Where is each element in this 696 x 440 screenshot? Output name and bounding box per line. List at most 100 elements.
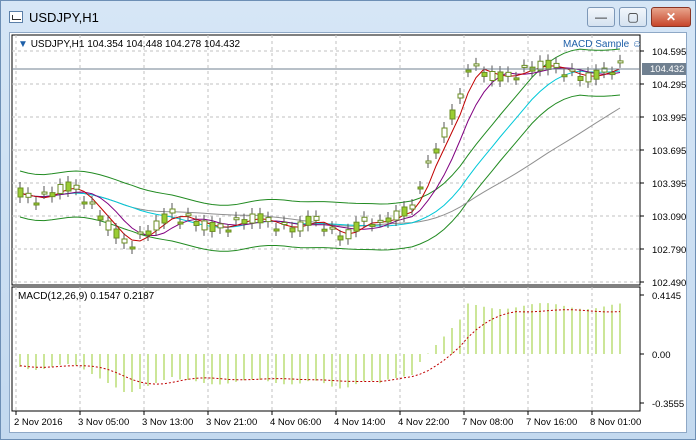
candle-body [345, 229, 352, 240]
candle-body [97, 215, 104, 221]
chart-info-label: ▼ USDJPY,H1 104.354 104.448 104.278 104.… [18, 39, 241, 50]
candle-body [561, 74, 568, 78]
candle-body [545, 59, 552, 70]
candle-body [233, 217, 240, 221]
candle-body [105, 220, 112, 231]
price-tick-label: 103.995 [652, 113, 686, 124]
candle-body [481, 71, 488, 77]
candle-body [361, 216, 368, 222]
price-tick-label: 103.395 [652, 179, 686, 190]
candle-body [161, 213, 168, 224]
candle-body [337, 235, 344, 241]
candle-body [257, 213, 264, 224]
candle-body [121, 238, 128, 244]
candle-body [385, 217, 392, 223]
chart-window: USDJPY,H1 — ▢ ✕ ▼ USDJPY,H1 104.354 104.… [0, 0, 696, 440]
chart-area[interactable]: ▼ USDJPY,H1 104.354 104.448 104.278 104.… [9, 32, 687, 433]
candle-body [433, 148, 440, 154]
maximize-button[interactable]: ▢ [619, 7, 647, 27]
candle-body [193, 220, 200, 226]
candle-body [377, 219, 384, 223]
candle-body [497, 71, 504, 82]
macd-tick-label: 0.00 [652, 350, 671, 361]
chart-window-icon [9, 11, 23, 23]
candle-body [41, 191, 48, 195]
candle-body [409, 204, 416, 210]
time-tick-label: 7 Nov 16:00 [526, 417, 577, 428]
chart-canvas[interactable]: ▼ USDJPY,H1 104.354 104.448 104.278 104.… [10, 33, 688, 434]
candle-body [457, 93, 464, 99]
candle-body [177, 221, 184, 225]
macd-panel-frame [11, 286, 641, 412]
candle-body [169, 208, 176, 214]
price-tick-label: 104.295 [652, 80, 686, 91]
title-bar[interactable]: USDJPY,H1 — ▢ ✕ [1, 1, 695, 33]
candle-body [505, 71, 512, 77]
candle-body [441, 127, 448, 138]
dropdown-arrow-icon: ▼ [18, 39, 28, 50]
candle-body [513, 77, 520, 81]
expert-advisor-label[interactable]: MACD Sample ☺ [563, 39, 642, 50]
candle-body [225, 229, 232, 233]
candle-body [209, 221, 216, 232]
candle-body [49, 192, 56, 198]
time-tick-label: 7 Nov 08:00 [462, 417, 513, 428]
candle-body [321, 228, 328, 232]
candle-body [17, 187, 24, 198]
candle-body [465, 69, 472, 73]
candle-body [25, 192, 32, 198]
slow-moving-average [19, 70, 621, 228]
candle-body [313, 215, 320, 221]
price-axis: 104.595 104.295 103.995 103.695 103.395 103.0… [640, 47, 686, 289]
price-tick-label: 102.490 [652, 278, 686, 289]
candle-body [553, 62, 560, 68]
time-tick-label: 4 Nov 14:00 [334, 417, 385, 428]
candle-body [185, 213, 192, 217]
close-button[interactable]: ✕ [651, 7, 691, 27]
price-tick-label: 104.595 [652, 47, 686, 58]
candle-body [145, 230, 152, 236]
macd-axis: 0.4145 0.00 -0.3555 [640, 291, 684, 410]
candle-body [249, 213, 256, 224]
bollinger-upper-band [19, 48, 621, 206]
time-tick-label: 4 Nov 22:00 [398, 417, 449, 428]
candle-body [73, 184, 80, 190]
candle-body [353, 221, 360, 232]
macd-label: MACD(12,26,9) 0.1547 0.2187 [18, 291, 155, 302]
time-tick-label: 8 Nov 01:00 [590, 417, 641, 428]
candle-body [89, 201, 96, 205]
candle-body [217, 223, 224, 229]
candle-body [305, 215, 312, 226]
time-tick-label: 3 Nov 13:00 [142, 417, 193, 428]
candle-body [57, 183, 64, 194]
candle-body [137, 231, 144, 235]
macd-tick-label: 0.4145 [652, 291, 681, 302]
candle-body [393, 210, 400, 221]
candle-body [153, 220, 160, 231]
candle-body [521, 64, 528, 68]
candle-body [585, 72, 592, 83]
time-tick-label: 3 Nov 05:00 [78, 417, 129, 428]
price-tick-label: 102.790 [652, 245, 686, 256]
candle-body [489, 70, 496, 81]
candle-body [609, 72, 616, 76]
candle-body [425, 160, 432, 164]
time-tick-label: 3 Nov 21:00 [206, 417, 257, 428]
candle-body [281, 221, 288, 225]
candle-body [449, 109, 456, 120]
time-axis: 2 Nov 2016 3 Nov 05:00 3 Nov 13:00 3 Nov 21… [14, 411, 641, 428]
candle-body [65, 181, 72, 192]
candle-body [113, 228, 120, 239]
fast-moving-average [19, 65, 621, 242]
candle-body [417, 186, 424, 190]
candle-body [617, 60, 624, 64]
medium-moving-average [19, 67, 621, 236]
minimize-button[interactable]: — [587, 7, 615, 27]
candle-body [401, 206, 408, 217]
candle-body [593, 69, 600, 80]
candle-body [577, 75, 584, 81]
candle-body [289, 227, 296, 233]
candle-body [297, 221, 304, 232]
candle-body [369, 223, 376, 227]
time-tick-label: 4 Nov 06:00 [270, 417, 321, 428]
